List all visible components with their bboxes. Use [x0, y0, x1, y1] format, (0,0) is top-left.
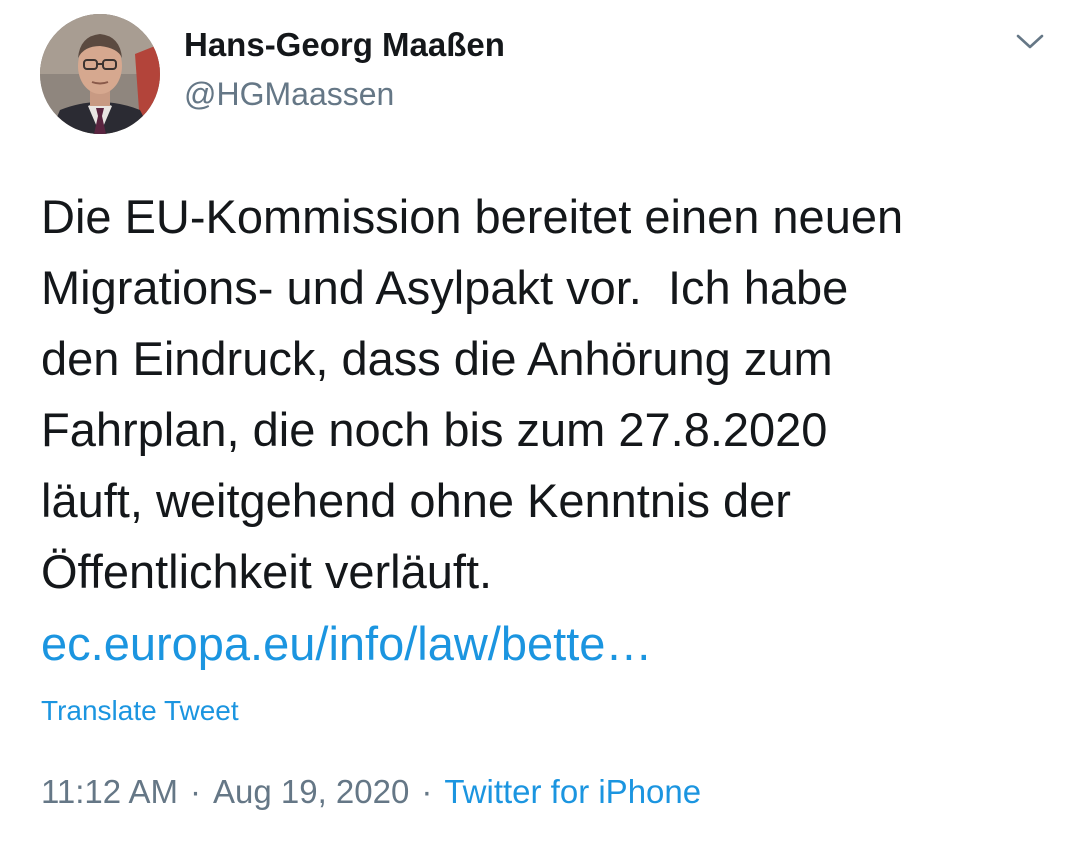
- tweet-text-line: Öffentlichkeit verläuft.: [41, 545, 493, 598]
- tweet-link[interactable]: ec.europa.eu/info/law/bette…: [41, 608, 652, 679]
- tweet-menu-button[interactable]: [1004, 22, 1056, 66]
- tweet-card: Hans-Georg Maaßen @HGMaassen Die EU-Komm…: [0, 0, 1080, 848]
- tweet-date[interactable]: Aug 19, 2020: [213, 773, 409, 811]
- tweet-time[interactable]: 11:12 AM: [41, 773, 178, 811]
- avatar[interactable]: [40, 14, 160, 134]
- tweet-metadata: 11:12 AM · Aug 19, 2020 · Twitter for iP…: [41, 773, 701, 811]
- avatar-photo: [40, 14, 160, 134]
- tweet-text: Die EU-Kommission bereitet einen neuen Mi…: [41, 181, 1061, 607]
- tweet-text-line: läuft, weitgehend ohne Kenntnis der: [41, 474, 791, 527]
- tweet-text-line: Die EU-Kommission bereitet einen neuen: [41, 190, 904, 243]
- tweet-text-line: den Eindruck, dass die Anhörung zum: [41, 332, 833, 385]
- chevron-down-icon: [1015, 33, 1045, 56]
- translate-tweet-link[interactable]: Translate Tweet: [41, 695, 239, 727]
- meta-separator: ·: [189, 773, 201, 810]
- tweet-source[interactable]: Twitter for iPhone: [444, 773, 701, 811]
- meta-separator: ·: [421, 773, 433, 810]
- tweet-text-line: Migrations- und Asylpakt vor. Ich habe: [41, 261, 849, 314]
- display-name[interactable]: Hans-Georg Maaßen: [184, 26, 505, 64]
- user-handle[interactable]: @HGMaassen: [184, 76, 394, 113]
- tweet-text-line: Fahrplan, die noch bis zum 27.8.2020: [41, 403, 828, 456]
